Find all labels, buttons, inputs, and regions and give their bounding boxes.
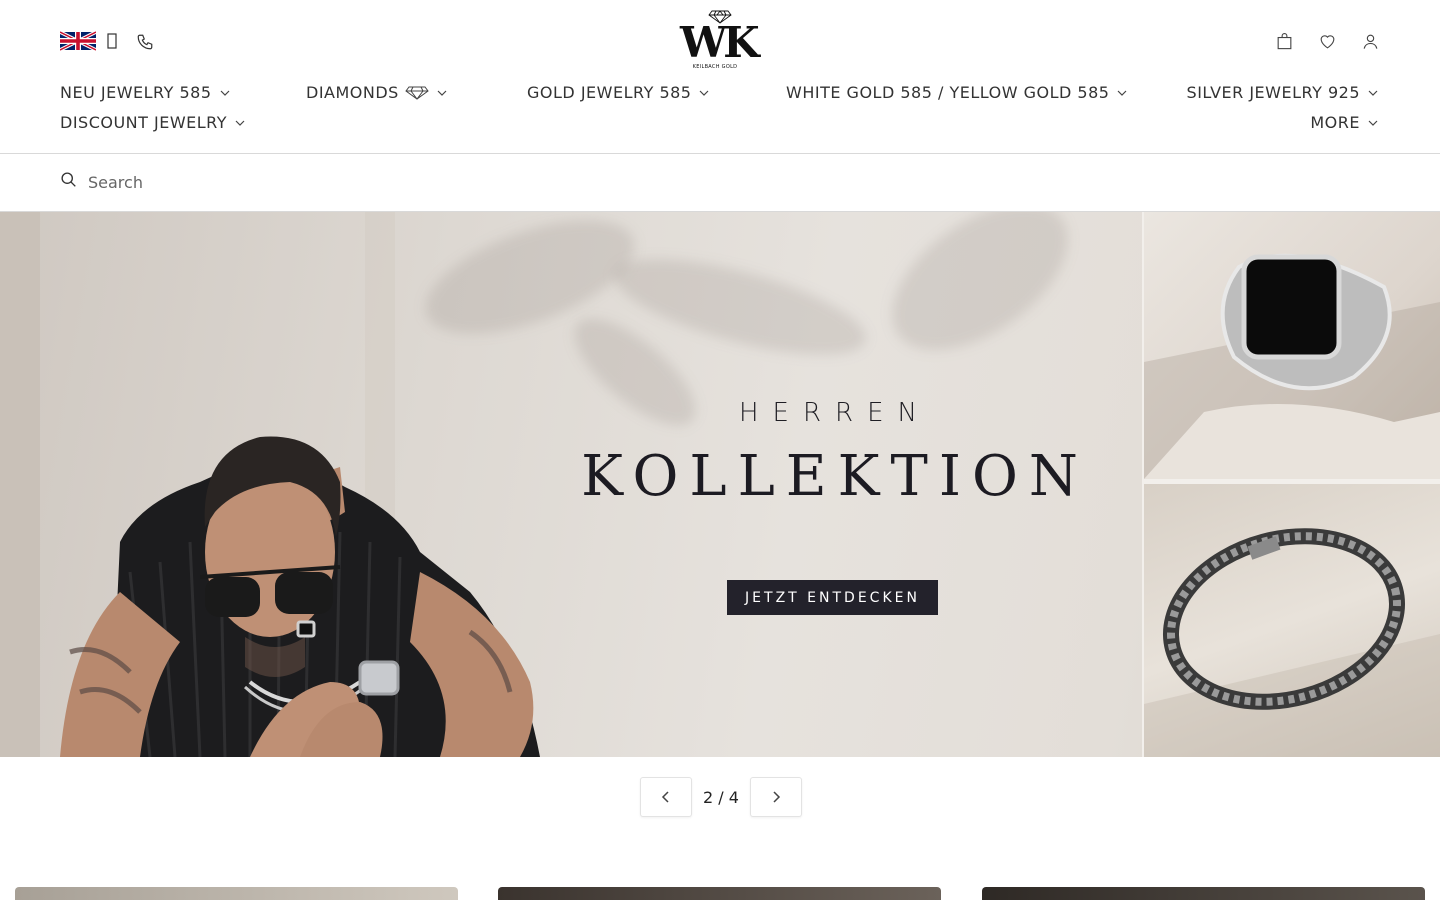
- category-card[interactable]: [15, 887, 458, 900]
- bracelet-product-image: [1144, 484, 1440, 757]
- category-card[interactable]: [498, 887, 941, 900]
- search-bar: [0, 154, 1440, 212]
- nav-item-label: DISCOUNT JEWELRY: [60, 113, 228, 132]
- heart-icon[interactable]: [1318, 32, 1337, 51]
- header-utilities: [60, 31, 118, 51]
- chevron-down-icon: [437, 90, 447, 96]
- search-icon[interactable]: [60, 171, 77, 188]
- chevron-right-icon: [773, 791, 781, 803]
- slider-pagination: 2 / 4: [640, 777, 802, 817]
- nav-item-white-yellow-gold[interactable]: WHITE GOLD 585 / YELLOW GOLD 585: [786, 83, 1127, 102]
- phone-icon[interactable]: [136, 33, 154, 51]
- hero-eyebrow: HERREN: [739, 398, 931, 428]
- site-header: WK KEILBACH GOLD NEU JEWELRY 585 DIAMOND…: [0, 0, 1440, 154]
- nav-item-silver-jewelry[interactable]: SILVER JEWELRY 925: [1187, 83, 1378, 102]
- nav-item-neu-jewelry[interactable]: NEU JEWELRY 585: [60, 83, 230, 102]
- hero-title: KOLLEKTION: [581, 444, 1089, 509]
- nav-item-discount-jewelry[interactable]: DISCOUNT JEWELRY: [60, 113, 245, 132]
- chevron-down-icon: [1368, 90, 1378, 96]
- chevron-left-icon: [661, 791, 669, 803]
- chevron-down-icon: [220, 90, 229, 96]
- diamond-icon: [405, 86, 429, 100]
- nav-item-label: GOLD JEWELRY 585: [527, 83, 692, 102]
- nav-item-label: DIAMONDS: [306, 83, 399, 102]
- user-icon[interactable]: [1361, 32, 1380, 51]
- slide-counter: 2 / 4: [703, 787, 739, 807]
- chevron-down-icon: [235, 120, 245, 126]
- ring-product-image: [1144, 212, 1440, 479]
- leaf-shadow: [866, 212, 1094, 380]
- nav-item-gold-jewelry[interactable]: GOLD JEWELRY 585: [527, 83, 709, 102]
- chevron-down-icon: [1118, 90, 1127, 96]
- logo-monogram: WK: [680, 18, 760, 67]
- shopping-bag-icon[interactable]: [1275, 32, 1294, 51]
- language-dropdown-icon[interactable]: [106, 33, 118, 49]
- nav-item-label: NEU JEWELRY 585: [60, 83, 212, 102]
- nav-item-label: SILVER JEWELRY 925: [1186, 83, 1360, 102]
- nav-item-label: WHITE GOLD 585 / YELLOW GOLD 585: [786, 83, 1110, 102]
- site-logo[interactable]: WK KEILBACH GOLD: [680, 10, 760, 72]
- header-actions: [1275, 32, 1380, 51]
- nav-item-more[interactable]: MORE: [1310, 113, 1378, 132]
- nav-item-diamonds[interactable]: DIAMONDS: [306, 83, 447, 102]
- uk-flag-icon[interactable]: [60, 31, 96, 51]
- search-input[interactable]: [88, 168, 688, 196]
- discover-now-button[interactable]: JETZT ENTDECKEN: [727, 580, 938, 615]
- hero-model-image: [0, 212, 540, 757]
- next-slide-button[interactable]: [750, 777, 802, 817]
- nav-item-label: MORE: [1310, 113, 1360, 132]
- chevron-down-icon: [1368, 120, 1378, 126]
- previous-slide-button[interactable]: [640, 777, 692, 817]
- diamond-logo-icon: [708, 10, 732, 24]
- hero-banner[interactable]: HERREN KOLLEKTION JETZT ENTDECKEN: [0, 212, 1440, 757]
- category-card[interactable]: [982, 887, 1425, 900]
- chevron-down-icon: [700, 90, 709, 96]
